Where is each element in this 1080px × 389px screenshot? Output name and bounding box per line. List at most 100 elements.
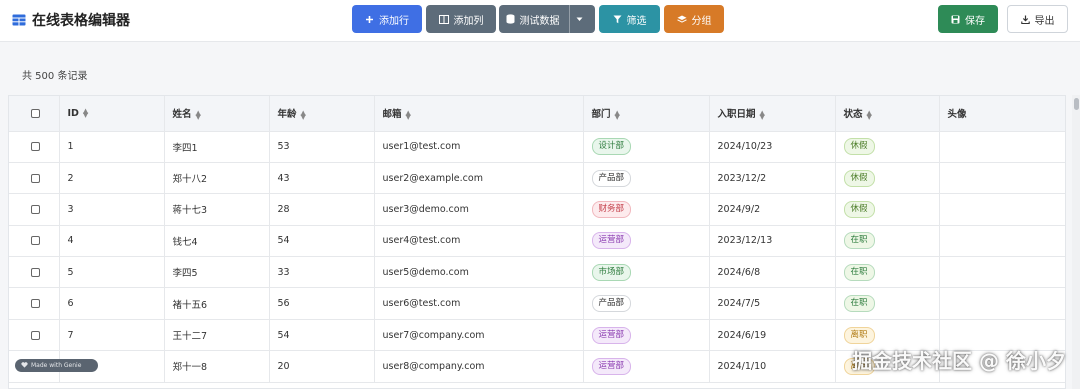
cell-id[interactable]: 1 — [59, 131, 165, 163]
cell-dept[interactable]: 运营部 — [583, 319, 710, 352]
cell-age[interactable]: 43 — [269, 162, 375, 195]
cell-name[interactable]: 李四1 — [164, 131, 270, 163]
cell-status[interactable]: 休假 — [835, 193, 940, 226]
cell-date[interactable]: 2024/10/23 — [709, 131, 836, 163]
row-checkbox-cell[interactable] — [9, 319, 60, 352]
chevron-down-icon[interactable] — [568, 5, 589, 33]
cell-date[interactable]: 2024/6/19 — [709, 319, 836, 352]
cell-age[interactable]: 54 — [269, 319, 375, 352]
row-checkbox[interactable] — [31, 142, 40, 152]
cell-age[interactable]: 28 — [269, 193, 375, 226]
row-checkbox-cell[interactable] — [9, 256, 60, 289]
row-checkbox[interactable] — [31, 204, 40, 214]
column-header-avatar[interactable]: 头像 — [939, 96, 1065, 132]
cell-dept[interactable]: 市场部 — [583, 256, 710, 289]
row-checkbox-cell[interactable] — [9, 162, 60, 195]
test-data-dropdown[interactable]: 测试数据 — [499, 5, 595, 33]
sort-icon[interactable]: ▲ ▼ — [196, 109, 201, 120]
select-all-checkbox[interactable] — [31, 108, 40, 118]
cell-age[interactable]: 54 — [269, 225, 375, 258]
cell-avatar[interactable] — [939, 256, 1065, 289]
row-checkbox-cell[interactable] — [9, 287, 60, 320]
row-checkbox-cell[interactable] — [9, 225, 60, 258]
sort-icon[interactable]: ▲ ▼ — [867, 109, 872, 120]
column-header-email[interactable]: 邮箱 ▲ ▼ — [374, 96, 584, 132]
table-row[interactable]: 3 蒋十七3 28 user3@demo.com 财务部 2024/9/2 休假 — [9, 193, 1065, 226]
group-button[interactable]: 分组 — [664, 5, 724, 33]
table-row[interactable]: 1 李四1 53 user1@test.com 设计部 2024/10/23 休假 — [9, 131, 1065, 163]
cell-email[interactable]: user1@test.com — [374, 131, 584, 163]
select-all-checkbox-cell[interactable] — [9, 96, 60, 132]
cell-id[interactable]: 6 — [59, 287, 165, 320]
cell-dept[interactable]: 产品部 — [583, 162, 710, 195]
cell-avatar[interactable] — [939, 193, 1065, 226]
column-header-date[interactable]: 入职日期 ▲ ▼ — [709, 96, 836, 132]
cell-email[interactable]: user3@demo.com — [374, 193, 584, 226]
cell-id[interactable]: 3 — [59, 193, 165, 226]
cell-status[interactable]: 休假 — [835, 162, 940, 195]
cell-name[interactable]: 郑十一8 — [164, 350, 270, 383]
sort-icon[interactable]: ▲ ▼ — [760, 109, 765, 120]
cell-age[interactable]: 33 — [269, 256, 375, 289]
add-column-button[interactable]: 添加列 — [426, 5, 496, 33]
cell-age[interactable]: 53 — [269, 131, 375, 163]
cell-dept[interactable]: 运营部 — [583, 225, 710, 258]
row-checkbox-cell[interactable] — [9, 193, 60, 226]
cell-avatar[interactable] — [939, 162, 1065, 195]
cell-date[interactable]: 2023/12/2 — [709, 162, 836, 195]
table-row[interactable]: 5 李四5 33 user5@demo.com 市场部 2024/6/8 在职 — [9, 256, 1065, 289]
cell-name[interactable]: 郑十八2 — [164, 162, 270, 195]
cell-email[interactable]: user8@company.com — [374, 350, 584, 383]
sort-icon[interactable]: ▲ ▼ — [615, 109, 620, 120]
scrollbar-thumb[interactable] — [1074, 98, 1079, 110]
cell-email[interactable]: user4@test.com — [374, 225, 584, 258]
sort-icon[interactable]: ▲ ▼ — [406, 109, 411, 120]
cell-age[interactable]: 20 — [269, 350, 375, 383]
column-header-status[interactable]: 状态 ▲ ▼ — [835, 96, 940, 132]
cell-email[interactable]: user2@example.com — [374, 162, 584, 195]
column-header-age[interactable]: 年龄 ▲ ▼ — [269, 96, 375, 132]
cell-name[interactable]: 蒋十七3 — [164, 193, 270, 226]
filter-button[interactable]: 筛选 — [599, 5, 660, 33]
cell-id[interactable]: 5 — [59, 256, 165, 289]
sort-icon[interactable]: ▲ ▼ — [83, 108, 88, 119]
table-row[interactable]: 6 褚十五6 56 user6@test.com 产品部 2024/7/5 在职 — [9, 287, 1065, 320]
row-checkbox[interactable] — [31, 267, 40, 277]
cell-date[interactable]: 2024/1/10 — [709, 350, 836, 383]
cell-status[interactable]: 休假 — [835, 131, 940, 163]
row-checkbox[interactable] — [31, 173, 40, 183]
cell-status[interactable]: 在职 — [835, 225, 940, 258]
cell-name[interactable]: 褚十五6 — [164, 287, 270, 320]
cell-name[interactable]: 钱七4 — [164, 225, 270, 258]
cell-email[interactable]: user5@demo.com — [374, 256, 584, 289]
cell-date[interactable]: 2024/6/8 — [709, 256, 836, 289]
table-row[interactable]: 2 郑十八2 43 user2@example.com 产品部 2023/12/2 休假 — [9, 162, 1065, 195]
cell-id[interactable]: 4 — [59, 225, 165, 258]
cell-email[interactable]: user7@company.com — [374, 319, 584, 352]
add-row-button[interactable]: 添加行 — [352, 5, 422, 33]
cell-dept[interactable]: 运营部 — [583, 350, 710, 383]
sort-icon[interactable]: ▲ ▼ — [301, 109, 306, 120]
cell-id[interactable]: 7 — [59, 319, 165, 352]
cell-avatar[interactable] — [939, 131, 1065, 163]
cell-date[interactable]: 2024/9/2 — [709, 193, 836, 226]
cell-status[interactable]: 在职 — [835, 256, 940, 289]
cell-dept[interactable]: 设计部 — [583, 131, 710, 163]
cell-email[interactable]: user6@test.com — [374, 287, 584, 320]
cell-id[interactable]: 2 — [59, 162, 165, 195]
row-checkbox[interactable] — [31, 299, 40, 309]
cell-status[interactable]: 在职 — [835, 287, 940, 320]
column-header-id[interactable]: ID ▲ ▼ — [59, 96, 165, 132]
cell-avatar[interactable] — [939, 225, 1065, 258]
cell-dept[interactable]: 产品部 — [583, 287, 710, 320]
cell-name[interactable]: 王十二7 — [164, 319, 270, 352]
cell-avatar[interactable] — [939, 287, 1065, 320]
cell-age[interactable]: 56 — [269, 287, 375, 320]
column-header-dept[interactable]: 部门 ▲ ▼ — [583, 96, 710, 132]
table-row[interactable]: 4 钱七4 54 user4@test.com 运营部 2023/12/13 在职 — [9, 225, 1065, 258]
cell-dept[interactable]: 财务部 — [583, 193, 710, 226]
cell-name[interactable]: 李四5 — [164, 256, 270, 289]
row-checkbox[interactable] — [31, 330, 40, 340]
vertical-scrollbar[interactable] — [1072, 95, 1080, 389]
cell-date[interactable]: 2024/7/5 — [709, 287, 836, 320]
